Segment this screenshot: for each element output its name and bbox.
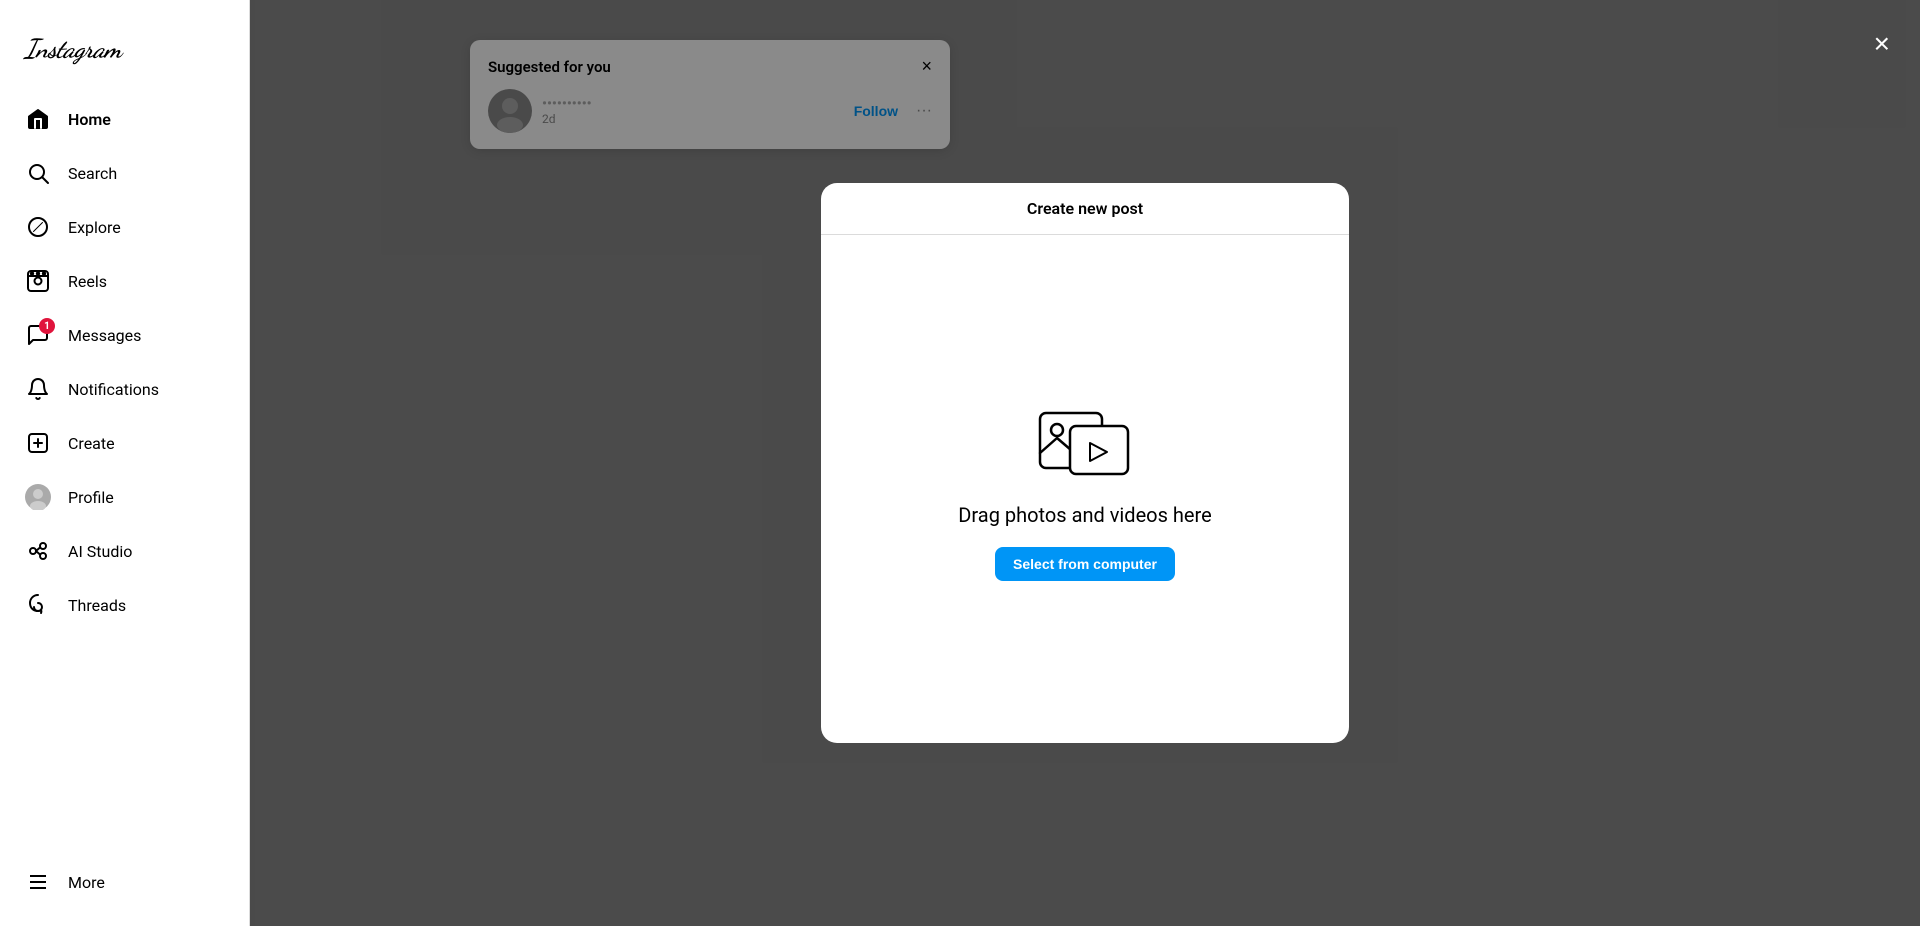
threads-icon — [24, 591, 52, 619]
sidebar-messages-label: Messages — [68, 326, 141, 345]
messages-badge: 1 — [39, 318, 55, 334]
explore-icon — [24, 213, 52, 241]
select-from-computer-button[interactable]: Select from computer — [995, 547, 1175, 581]
create-icon — [24, 429, 52, 457]
sidebar-item-notifications[interactable]: Notifications — [12, 363, 237, 415]
sidebar-more-label: More — [68, 873, 105, 892]
more-icon — [24, 868, 52, 896]
sidebar-item-threads[interactable]: Threads — [12, 579, 237, 631]
create-post-modal: Create new post Drag photos and video — [821, 183, 1349, 743]
search-icon — [24, 159, 52, 187]
main-content: Suggested for you × •••••••••• 2d Follow… — [250, 0, 1920, 926]
sidebar-item-explore[interactable]: Explore — [12, 201, 237, 253]
sidebar-profile-label: Profile — [68, 488, 114, 507]
modal-header: Create new post — [821, 183, 1349, 235]
messages-icon: 1 — [24, 321, 52, 349]
sidebar-item-create[interactable]: Create — [12, 417, 237, 469]
sidebar: Instagram Home Search Explore — [0, 0, 250, 926]
sidebar-item-messages[interactable]: 1 Messages — [12, 309, 237, 361]
sidebar-item-home[interactable]: Home — [12, 93, 237, 145]
home-icon — [24, 105, 52, 133]
reels-icon — [24, 267, 52, 295]
media-upload-icon — [1035, 398, 1135, 483]
page-close-button[interactable]: × — [1874, 30, 1890, 58]
modal-overlay[interactable]: Create new post Drag photos and video — [250, 0, 1920, 926]
notifications-icon — [24, 375, 52, 403]
sidebar-search-label: Search — [68, 164, 117, 183]
modal-body: Drag photos and videos here Select from … — [821, 235, 1349, 743]
sidebar-home-label: Home — [68, 110, 111, 129]
ai-studio-icon — [24, 537, 52, 565]
instagram-logo[interactable]: Instagram — [12, 16, 237, 93]
drag-text: Drag photos and videos here — [958, 503, 1211, 527]
sidebar-reels-label: Reels — [68, 272, 107, 291]
sidebar-create-label: Create — [68, 434, 115, 453]
sidebar-explore-label: Explore — [68, 218, 121, 237]
sidebar-item-ai-studio[interactable]: AI Studio — [12, 525, 237, 577]
sidebar-item-reels[interactable]: Reels — [12, 255, 237, 307]
sidebar-ai-studio-label: AI Studio — [68, 542, 132, 561]
sidebar-item-search[interactable]: Search — [12, 147, 237, 199]
sidebar-item-profile[interactable]: Profile — [12, 471, 237, 523]
sidebar-threads-label: Threads — [68, 596, 126, 615]
sidebar-notifications-label: Notifications — [68, 380, 159, 399]
modal-title: Create new post — [1027, 199, 1143, 218]
sidebar-item-more[interactable]: More — [12, 856, 237, 908]
profile-avatar — [24, 483, 52, 511]
